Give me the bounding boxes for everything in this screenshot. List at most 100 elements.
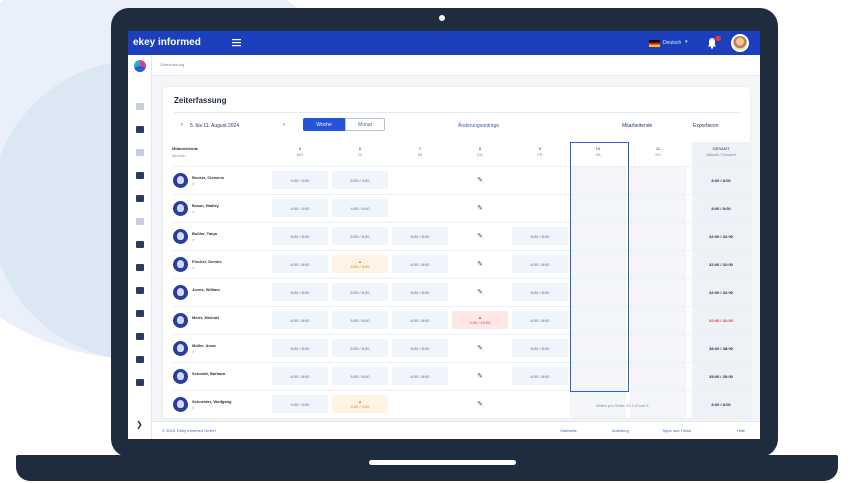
- time-cell[interactable]: 8:00 / 8:00: [332, 339, 388, 357]
- time-cell[interactable]: 8:00 / 8:00: [512, 311, 568, 329]
- time-cell-warning[interactable]: ▲ 8:00 / 8:00: [332, 255, 388, 273]
- dashboard-icon[interactable]: [136, 126, 144, 133]
- month-view-button[interactable]: Monat: [345, 118, 385, 131]
- time-cell[interactable]: 8:00 / 8:00: [392, 227, 448, 245]
- footer-link-tips[interactable]: Tipps und Tricks: [662, 428, 691, 433]
- time-cell[interactable]: 8:00 / 8:00: [332, 311, 388, 329]
- time-cell[interactable]: 8:00 / 8:00: [272, 255, 328, 273]
- staff-filter-dropdown[interactable]: Mitarbeitende: [622, 123, 652, 129]
- pagination[interactable]: Zeilen pro Seite: 20 1-9 von 9: [596, 403, 648, 408]
- edit-pencil-icon[interactable]: ✎: [452, 171, 508, 189]
- empty-time-cell[interactable]: [392, 199, 448, 217]
- chevron-down-icon[interactable]: ▾: [685, 39, 688, 45]
- edit-pencil-icon[interactable]: ✎: [452, 367, 508, 385]
- edit-pencil-icon[interactable]: ✎: [452, 395, 508, 413]
- users-icon[interactable]: [136, 195, 144, 202]
- time-cell[interactable]: 8:00 / 8:00: [332, 283, 388, 301]
- table-row: Fischer, Dennis IT 8:00 / 8:00 ▲ 8:00 / 8:00…: [172, 250, 750, 278]
- empty-time-cell[interactable]: [512, 199, 568, 217]
- day-number: 5: [298, 146, 302, 151]
- app-logo-icon[interactable]: [134, 60, 146, 72]
- language-selector[interactable]: Deutsch: [663, 40, 681, 46]
- time-cell[interactable]: 8:00 / 8:00: [512, 339, 568, 357]
- time-cell[interactable]: 8:00 / 8:00: [392, 339, 448, 357]
- schedule-icon[interactable]: [136, 241, 144, 248]
- edit-pencil-icon[interactable]: ✎: [452, 339, 508, 357]
- time-cell[interactable]: 8:00 / 8:00: [512, 367, 568, 385]
- reports-icon[interactable]: [136, 287, 144, 294]
- time-cell[interactable]: 8:00 / 8:00: [512, 255, 568, 273]
- time-cell[interactable]: 8:00 / 8:00: [512, 283, 568, 301]
- empty-time-cell[interactable]: [392, 171, 448, 189]
- employee-name[interactable]: Jones, William: [192, 287, 220, 292]
- expand-sidebar-icon[interactable]: ❯: [136, 420, 143, 429]
- time-cell-error[interactable]: ▲ 0:00 / 10:00: [452, 311, 508, 329]
- german-flag-icon[interactable]: [649, 40, 660, 47]
- export-button[interactable]: Exportieren: [693, 123, 719, 129]
- empty-time-cell[interactable]: [392, 395, 448, 413]
- time-cell[interactable]: 4:00 / 4:00: [272, 395, 328, 413]
- calendar-icon[interactable]: [136, 172, 144, 179]
- time-cell-warning[interactable]: ▲ 4:00 / 4:00: [332, 395, 388, 413]
- time-cell[interactable]: 8:00 / 8:00: [332, 367, 388, 385]
- time-cell[interactable]: 4:00 / 4:00: [332, 199, 388, 217]
- time-cell[interactable]: 8:00 / 8:00: [272, 227, 328, 245]
- time-cell[interactable]: 8:00 / 8:00: [332, 227, 388, 245]
- time-cell[interactable]: 8:00 / 8:00: [272, 339, 328, 357]
- footer-link-help[interactable]: Hilfe: [737, 428, 745, 433]
- hamburger-menu-icon[interactable]: [232, 38, 241, 47]
- day-number: 7: [418, 146, 422, 151]
- employee-name[interactable]: Becker, Clemens: [192, 175, 224, 180]
- table-row: Bußler, Tanja IT 8:00 / 8:00 8:00 / 8:00 8:0…: [172, 222, 750, 250]
- time-cell[interactable]: 4:00 / 4:00: [272, 171, 328, 189]
- employee-name[interactable]: Bußler, Tanja: [192, 231, 217, 236]
- time-cell[interactable]: 4:00 / 4:00: [272, 199, 328, 217]
- chevron-left-icon[interactable]: ‹: [181, 122, 183, 128]
- time-cell[interactable]: 8:00 / 8:00: [392, 367, 448, 385]
- time-icon[interactable]: [136, 149, 144, 156]
- profile-icon[interactable]: [136, 333, 144, 340]
- footer-link-home[interactable]: Startseite: [560, 428, 577, 433]
- employee-name[interactable]: Schmidt, Barbara: [192, 371, 225, 376]
- employee-avatar: [173, 173, 188, 188]
- time-cell[interactable]: 8:00 / 8:00: [272, 367, 328, 385]
- employee-name[interactable]: Meier, Michael: [192, 315, 219, 320]
- settings-icon[interactable]: [136, 310, 144, 317]
- day-of-week: MO: [296, 152, 304, 157]
- employee-avatar: [173, 285, 188, 300]
- time-cell[interactable]: 8:00 / 8:00: [272, 283, 328, 301]
- time-cell[interactable]: 8:00 / 8:00: [392, 311, 448, 329]
- time-cell[interactable]: 8:00 / 8:00: [392, 255, 448, 273]
- employee-department: IT: [192, 350, 195, 354]
- user-avatar[interactable]: [731, 34, 749, 52]
- employee-name[interactable]: Schneider, Wolfgang: [192, 399, 232, 404]
- absence-icon[interactable]: [136, 218, 144, 225]
- brand-logo[interactable]: ekey informed: [133, 37, 201, 48]
- collapse-icon[interactable]: [136, 103, 144, 110]
- time-cell[interactable]: 8:00 / 8:00: [512, 227, 568, 245]
- table-row: Schneider, Wolfgang IT 4:00 / 4:00 ▲ 4:00 / …: [172, 390, 750, 418]
- list-icon[interactable]: [136, 356, 144, 363]
- week-view-button[interactable]: Woche: [303, 118, 345, 131]
- row-total: 32:00 / 32:00: [709, 233, 733, 239]
- edit-pencil-icon[interactable]: ✎: [452, 199, 508, 217]
- time-cell[interactable]: 8:00 / 8:00: [392, 283, 448, 301]
- edit-pencil-icon[interactable]: ✎: [452, 227, 508, 245]
- time-cell[interactable]: 8:00 / 8:00: [272, 311, 328, 329]
- chevron-right-icon[interactable]: ›: [283, 122, 285, 128]
- edit-pencil-icon[interactable]: ✎: [452, 283, 508, 301]
- footer-link-guide[interactable]: Anleitung: [612, 428, 629, 433]
- breadcrumb[interactable]: Zeiterfassung: [160, 62, 184, 67]
- employee-name[interactable]: Braun, Hadley: [192, 203, 219, 208]
- date-range-selector[interactable]: 5. bis 11. August 2024: [190, 123, 239, 129]
- change-requests-link[interactable]: Änderungsanträge: [458, 123, 499, 129]
- time-cell[interactable]: 8:00 / 4:00: [332, 171, 388, 189]
- empty-time-cell[interactable]: [512, 171, 568, 189]
- empty-time-cell[interactable]: [512, 395, 568, 413]
- edit-pencil-icon[interactable]: ✎: [452, 255, 508, 273]
- chat-icon[interactable]: [136, 264, 144, 271]
- documents-icon[interactable]: [136, 379, 144, 386]
- column-header-label[interactable]: Mitarbeitende: [172, 146, 198, 151]
- employee-name[interactable]: Müller, Anna: [192, 343, 216, 348]
- employee-name[interactable]: Fischer, Dennis: [192, 259, 222, 264]
